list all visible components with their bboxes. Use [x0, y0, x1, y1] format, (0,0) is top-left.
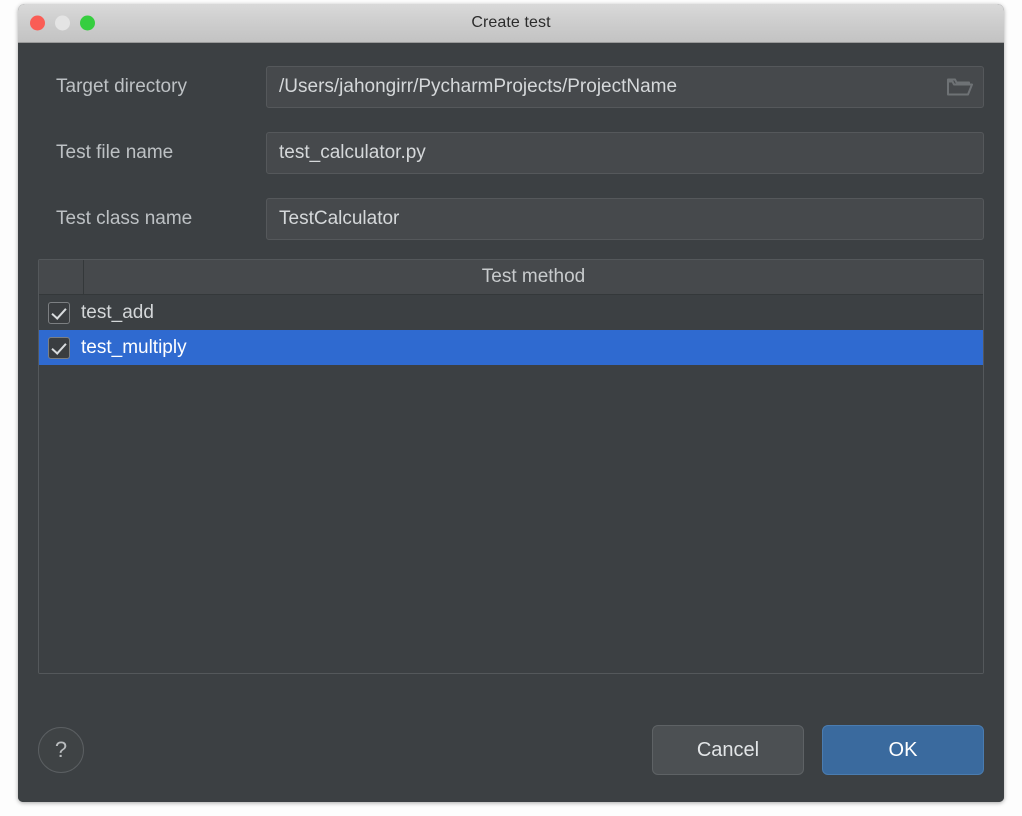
dialog-body: Target directory /Users/jahongirr/Pychar…: [18, 43, 1004, 802]
target-directory-field[interactable]: /Users/jahongirr/PycharmProjects/Project…: [266, 66, 984, 108]
table-body: test_add test_multiply: [39, 295, 983, 673]
test-file-name-value[interactable]: test_calculator.py: [267, 142, 983, 164]
cancel-button[interactable]: Cancel: [652, 725, 804, 775]
form: Target directory /Users/jahongirr/Pychar…: [18, 43, 1004, 241]
form-row-test-file-name: Test file name test_calculator.py: [38, 131, 984, 175]
test-class-name-label: Test class name: [56, 208, 193, 229]
target-directory-label: Target directory: [56, 76, 187, 97]
target-directory-value[interactable]: /Users/jahongirr/PycharmProjects/Project…: [267, 76, 937, 98]
table-row[interactable]: test_multiply: [39, 330, 983, 365]
test-file-name-label: Test file name: [56, 142, 174, 163]
titlebar: Create test: [18, 4, 1004, 43]
test-class-name-field[interactable]: TestCalculator: [266, 198, 984, 240]
row-checkbox-test-add[interactable]: [48, 301, 70, 324]
table-header-test-method[interactable]: Test method: [84, 260, 983, 294]
dialog-footer: ? Cancel OK: [18, 707, 1004, 802]
row-label-test-add: test_add: [81, 301, 154, 323]
table-row[interactable]: test_add: [39, 295, 983, 330]
traffic-light-group: [30, 15, 95, 31]
table-header: Test method: [39, 260, 983, 295]
form-row-target-directory: Target directory /Users/jahongirr/Pychar…: [38, 65, 984, 109]
ok-button[interactable]: OK: [822, 725, 984, 775]
test-class-name-value[interactable]: TestCalculator: [267, 208, 983, 230]
create-test-dialog: Create test Target directory /Users/jaho…: [18, 4, 1004, 802]
test-method-table: Test method test_add test_multiply: [38, 259, 984, 674]
form-row-test-class-name: Test class name TestCalculator: [38, 197, 984, 241]
close-window-button[interactable]: [30, 15, 45, 31]
window-title: Create test: [471, 14, 551, 31]
table-header-checkbox-column[interactable]: [39, 260, 84, 294]
folder-icon[interactable]: [937, 67, 983, 107]
zoom-window-button[interactable]: [80, 15, 95, 31]
help-button[interactable]: ?: [38, 727, 84, 773]
screen: Create test Target directory /Users/jaho…: [0, 0, 1022, 816]
row-label-test-multiply: test_multiply: [81, 336, 187, 358]
row-checkbox-test-multiply[interactable]: [48, 336, 70, 359]
test-file-name-field[interactable]: test_calculator.py: [266, 132, 984, 174]
minimize-window-button[interactable]: [55, 15, 70, 31]
